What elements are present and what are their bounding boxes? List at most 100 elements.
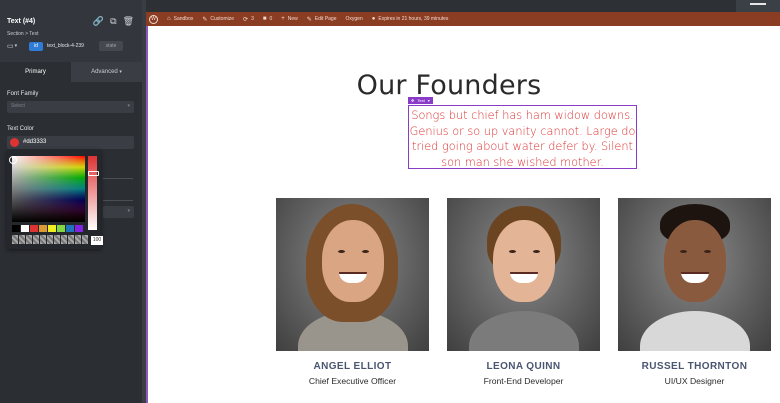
home-icon: ⌂ [167, 16, 171, 22]
admin-bar-label: Oxygen [345, 16, 363, 22]
preset-swatch[interactable] [12, 225, 20, 232]
founder-name: RUSSEL THORNTON [641, 361, 748, 372]
text-color-value[interactable]: #dd3333 [23, 139, 46, 145]
link-icon[interactable]: 🔗 [93, 16, 104, 26]
comment-icon: ■ [262, 16, 267, 22]
element-title: Text (#4) [7, 18, 36, 25]
founder-name: LEONA QUINN [486, 361, 561, 372]
chevron-down-icon: ▾ [127, 103, 130, 109]
alpha-swatch[interactable] [61, 235, 67, 244]
alpha-swatch[interactable] [26, 235, 32, 244]
founder-photo [618, 198, 771, 351]
obscured-field-line [103, 178, 133, 179]
trash-icon[interactable]: 🗑 [123, 16, 134, 26]
founder-card[interactable]: RUSSEL THORNTON UI/UX Designer [618, 198, 771, 386]
admin-bar-item[interactable]: W [149, 14, 158, 24]
obscured-select[interactable]: ▾ [103, 206, 134, 218]
founder-name: ANGEL ELLIOT [313, 361, 392, 372]
admin-bar-item[interactable]: ✎ Customize [202, 16, 234, 23]
alpha-swatch[interactable] [68, 235, 74, 244]
wp-admin-bar: W ⌂ Sandbox ✎ Customize ⟳ 3 ■ 0 + New ✎ Edit Page Oxy… [146, 12, 780, 26]
founder-card[interactable]: LEONA QUINN Front-End Developer [447, 198, 600, 386]
founder-role: UI/UX Designer [664, 376, 725, 386]
selector-name[interactable]: text_block-4-239 [47, 43, 95, 49]
page-canvas: Our Founders ✥ Text ▾ Songs but chief ha… [148, 26, 780, 403]
alpha-handle[interactable] [88, 171, 99, 176]
wordpress-icon: W [149, 14, 158, 24]
admin-bar-item[interactable]: ■ 0 [263, 16, 272, 22]
preset-swatch[interactable] [21, 225, 29, 232]
text-color-label: Text Color [7, 126, 35, 132]
header-actions: 🔗 ⧉ 🗑 [93, 16, 134, 26]
oxygen-builder: Text (#4) 🔗 ⧉ 🗑 Section > Text ▭ ▾ id tex… [0, 0, 780, 403]
admin-bar-label: Edit Page [314, 16, 337, 22]
selected-element-badge[interactable]: ✥ Text ▾ [408, 97, 433, 104]
color-picker: 100 [7, 150, 103, 249]
alpha-value-input[interactable]: 100 [91, 236, 103, 245]
breadcrumb[interactable]: Section > Text [7, 31, 38, 37]
text-color-field[interactable]: #dd3333 [7, 136, 134, 149]
admin-bar-label: Sandbox [173, 16, 194, 22]
alpha-swatch[interactable] [12, 235, 18, 244]
intro-text[interactable]: Songs but chief has ham widow downs. Gen… [409, 106, 636, 170]
preset-swatch[interactable] [66, 225, 74, 232]
color-swatch[interactable] [10, 138, 19, 147]
admin-bar-item[interactable]: ● Expires in 21 hours, 39 minutes [372, 16, 449, 22]
builder-top-strip [142, 0, 780, 12]
founder-role: Front-End Developer [483, 376, 564, 386]
menu-button[interactable] [736, 0, 780, 12]
id-badge[interactable]: id [29, 41, 43, 51]
move-icon[interactable]: ✥ [411, 97, 414, 104]
obscured-field-line [103, 200, 133, 201]
chevron-down-icon[interactable]: ▾ [428, 97, 430, 104]
admin-bar-item[interactable]: ⌂ Sandbox [167, 16, 193, 22]
admin-bar-item[interactable]: ⟳ 3 [243, 16, 254, 23]
preset-swatch[interactable] [30, 225, 38, 232]
founder-card[interactable]: ANGEL ELLIOT Chief Executive Officer [276, 198, 429, 386]
admin-bar-label: 0 [269, 16, 273, 22]
duplicate-icon[interactable]: ⧉ [110, 16, 116, 26]
refresh-icon: ⟳ [243, 16, 249, 23]
state-button[interactable]: state [99, 41, 123, 51]
panel-header: Text (#4) 🔗 ⧉ 🗑 Section > Text ▭ ▾ id tex… [0, 0, 142, 62]
font-family-placeholder: Select [11, 103, 25, 109]
alpha-swatch[interactable] [19, 235, 25, 244]
alpha-swatch[interactable] [40, 235, 46, 244]
preset-swatch[interactable] [48, 225, 56, 232]
saturation-handle[interactable] [9, 156, 17, 164]
preset-swatch[interactable] [75, 225, 83, 232]
preset-swatch[interactable] [57, 225, 65, 232]
pencil-icon: ✎ [306, 16, 312, 23]
founder-role: Chief Executive Officer [308, 376, 397, 386]
founder-photo [447, 198, 600, 351]
chevron-down-icon: ▾ [14, 43, 18, 49]
chevron-down-icon: ▾ [127, 208, 130, 214]
founder-photo [276, 198, 429, 351]
admin-bar-item[interactable]: ✎ Edit Page [307, 16, 337, 23]
properties-panel: Text (#4) 🔗 ⧉ 🗑 Section > Text ▭ ▾ id tex… [0, 0, 142, 403]
avatar-icon: ● [371, 16, 376, 22]
admin-bar-item[interactable]: Oxygen [346, 16, 363, 22]
alpha-swatch[interactable] [75, 235, 81, 244]
selector-row: ▭ ▾ id text_block-4-239 state [7, 41, 123, 51]
font-family-select[interactable]: Select ▾ [7, 101, 134, 113]
admin-bar-label: 3 [251, 16, 254, 22]
preset-swatch[interactable] [39, 225, 47, 232]
alpha-swatch[interactable] [33, 235, 39, 244]
admin-bar-label: New [287, 16, 298, 22]
alpha-swatches [12, 235, 90, 244]
page-title[interactable]: Our Founders [0, 70, 780, 101]
plus-icon: + [281, 16, 285, 22]
brush-icon: ✎ [202, 16, 208, 23]
selected-text-block[interactable]: Songs but chief has ham widow downs. Gen… [408, 105, 637, 169]
admin-bar-label: Customize [210, 16, 235, 22]
alpha-swatch[interactable] [82, 235, 88, 244]
alpha-swatch[interactable] [54, 235, 60, 244]
admin-bar-item[interactable]: + New [281, 16, 298, 22]
saturation-area[interactable] [12, 156, 85, 222]
admin-bar-label: Expires in 21 hours, 39 minutes [378, 16, 449, 22]
alpha-swatch[interactable] [47, 235, 53, 244]
preset-swatches [12, 225, 83, 232]
alpha-slider[interactable] [88, 156, 97, 230]
monitor-icon[interactable]: ▭ ▾ [7, 41, 25, 51]
